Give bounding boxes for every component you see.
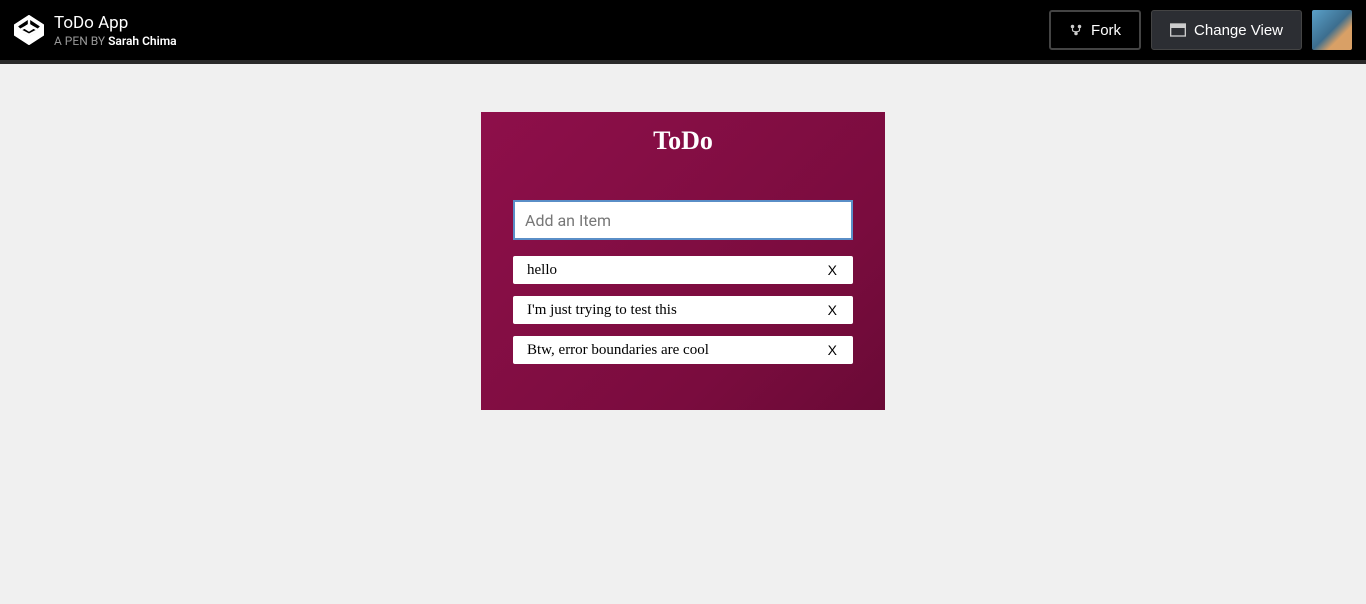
codepen-header: ToDo App A PEN BY Sarah Chima Fork Chang…: [0, 0, 1366, 64]
codepen-logo-icon[interactable]: [14, 15, 44, 45]
todo-heading: ToDo: [513, 126, 853, 156]
pen-subtitle: A PEN BY Sarah Chima: [54, 34, 177, 48]
header-left: ToDo App A PEN BY Sarah Chima: [14, 13, 177, 48]
delete-button[interactable]: X: [826, 262, 839, 278]
todo-item: hello X: [513, 256, 853, 284]
todo-card: ToDo hello X I'm just trying to test thi…: [481, 112, 885, 410]
change-view-button[interactable]: Change View: [1151, 10, 1302, 50]
subtitle-prefix: A PEN BY: [54, 34, 108, 48]
todo-text: Btw, error boundaries are cool: [527, 342, 709, 359]
layout-icon: [1170, 23, 1186, 37]
todo-item: Btw, error boundaries are cool X: [513, 336, 853, 364]
fork-icon: [1069, 23, 1083, 37]
pen-title: ToDo App: [54, 13, 177, 33]
header-right: Fork Change View: [1049, 10, 1352, 50]
user-avatar[interactable]: [1312, 10, 1352, 50]
pen-author[interactable]: Sarah Chima: [108, 34, 177, 48]
todo-text: hello: [527, 262, 557, 279]
change-view-label: Change View: [1194, 22, 1283, 39]
delete-button[interactable]: X: [826, 342, 839, 358]
preview-pane: ToDo hello X I'm just trying to test thi…: [0, 64, 1366, 604]
title-block: ToDo App A PEN BY Sarah Chima: [54, 13, 177, 48]
todo-list: hello X I'm just trying to test this X B…: [513, 256, 853, 364]
fork-label: Fork: [1091, 22, 1121, 39]
todo-item: I'm just trying to test this X: [513, 296, 853, 324]
add-item-input[interactable]: [513, 200, 853, 240]
fork-button[interactable]: Fork: [1049, 10, 1141, 50]
delete-button[interactable]: X: [826, 302, 839, 318]
todo-text: I'm just trying to test this: [527, 302, 677, 319]
